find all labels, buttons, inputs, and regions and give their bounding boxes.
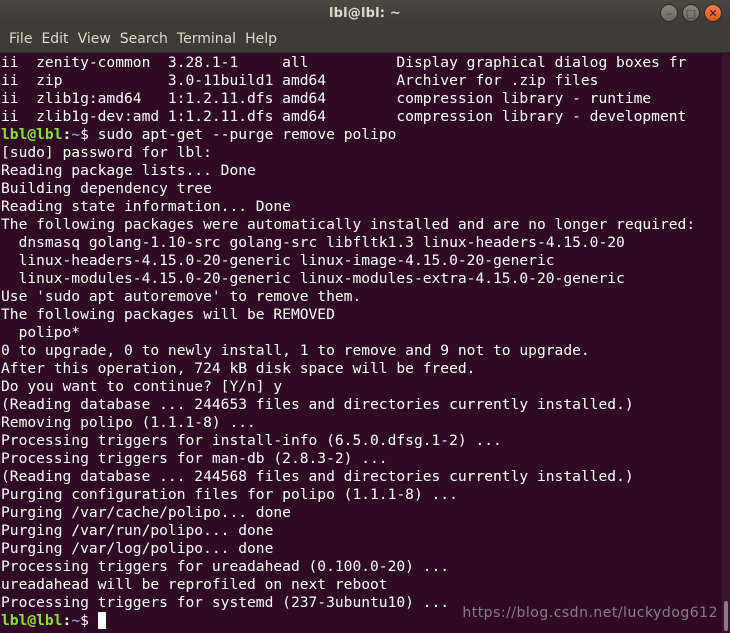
output-line: Purging /var/cache/polipo... done bbox=[1, 504, 291, 521]
menu-search[interactable]: Search bbox=[116, 26, 172, 53]
output-line: After this operation, 724 kB disk space … bbox=[1, 360, 476, 377]
output-line: ii zlib1g:amd64 1:1.2.11.dfs amd64 compr… bbox=[1, 90, 652, 107]
output-line: (Reading database ... 244568 files and d… bbox=[1, 468, 634, 485]
output-line: Reading package lists... Done bbox=[1, 162, 256, 179]
output-line: 0 to upgrade, 0 to newly install, 1 to r… bbox=[1, 342, 590, 359]
output-line: (Reading database ... 244653 files and d… bbox=[1, 396, 634, 413]
close-icon[interactable]: ✕ bbox=[704, 4, 722, 22]
output-line: Reading state information... Done bbox=[1, 198, 291, 215]
scrollbar[interactable] bbox=[722, 54, 730, 633]
output-line: Purging /var/run/polipo... done bbox=[1, 522, 274, 539]
output-line: Purging configuration files for polipo (… bbox=[1, 486, 458, 503]
output-line: [sudo] password for lbl: bbox=[1, 144, 212, 161]
menu-bar: File Edit View Search Terminal Help bbox=[0, 26, 730, 53]
prompt-line: lbl@lbl:~$ sudo apt-get --purge remove p… bbox=[1, 126, 695, 144]
title-bar[interactable]: lbl@lbl: ~ – □ ✕ bbox=[0, 0, 730, 26]
prompt-separator: : bbox=[62, 126, 72, 143]
output-line: Use 'sudo apt autoremove' to remove them… bbox=[1, 288, 362, 305]
output-line: polipo* bbox=[1, 324, 81, 341]
output-line: Purging /var/log/polipo... done bbox=[1, 540, 274, 557]
terminal-lines: ii zenity-common 3.28.1-1 all Display gr… bbox=[1, 54, 695, 630]
output-line: linux-headers-4.15.0-20-generic linux-im… bbox=[1, 252, 555, 269]
window-title: lbl@lbl: ~ bbox=[328, 5, 402, 21]
prompt-path: ~ bbox=[71, 126, 81, 143]
output-line: The following packages will be REMOVED bbox=[1, 306, 335, 323]
output-line: ii zenity-common 3.28.1-1 all Display gr… bbox=[1, 54, 687, 71]
maximize-icon[interactable]: □ bbox=[682, 4, 700, 22]
menu-file[interactable]: File bbox=[5, 26, 36, 53]
output-line: Building dependency tree bbox=[1, 180, 212, 197]
watermark: https://blog.csdn.net/luckydog612 bbox=[462, 605, 718, 621]
terminal-window: lbl@lbl: ~ – □ ✕ File Edit View Search T… bbox=[0, 0, 730, 633]
scrollbar-thumb[interactable] bbox=[724, 601, 728, 631]
prompt-user: lbl@lbl bbox=[1, 612, 63, 629]
command-text: sudo apt-get --purge remove polipo bbox=[97, 126, 397, 143]
menu-edit[interactable]: Edit bbox=[37, 26, 72, 53]
output-line: linux-modules-4.15.0-20-generic linux-mo… bbox=[1, 270, 625, 287]
prompt-path: ~ bbox=[71, 612, 81, 629]
menu-view[interactable]: View bbox=[74, 26, 115, 53]
text-cursor bbox=[97, 612, 106, 629]
output-line: dnsmasq golang-1.10-src golang-src libfl… bbox=[1, 234, 625, 251]
menu-help[interactable]: Help bbox=[241, 26, 281, 53]
menu-terminal[interactable]: Terminal bbox=[173, 26, 240, 53]
output-line: Processing triggers for install-info (6.… bbox=[1, 432, 502, 449]
output-line: Do you want to continue? [Y/n] y bbox=[1, 378, 283, 395]
output-line: Processing triggers for ureadahead (0.10… bbox=[1, 558, 450, 575]
output-line: ureadahead will be reprofiled on next re… bbox=[1, 576, 388, 593]
window-controls: – □ ✕ bbox=[660, 4, 722, 22]
output-line: ii zip 3.0-11build1 amd64 Archiver for .… bbox=[1, 72, 599, 89]
output-line: Processing triggers for man-db (2.8.3-2)… bbox=[1, 450, 388, 467]
prompt-symbol: $ bbox=[80, 612, 98, 629]
output-line: ii zlib1g-dev:amd 1:1.2.11.dfs amd64 com… bbox=[1, 108, 687, 125]
output-line: Removing polipo (1.1.1-8) ... bbox=[1, 414, 256, 431]
minimize-icon[interactable]: – bbox=[660, 4, 678, 22]
prompt-user: lbl@lbl bbox=[1, 126, 63, 143]
prompt-separator: : bbox=[62, 612, 72, 629]
output-line: The following packages were automaticall… bbox=[1, 216, 696, 233]
terminal-output[interactable]: ii zenity-common 3.28.1-1 all Display gr… bbox=[0, 54, 722, 633]
prompt-symbol: $ bbox=[80, 126, 98, 143]
